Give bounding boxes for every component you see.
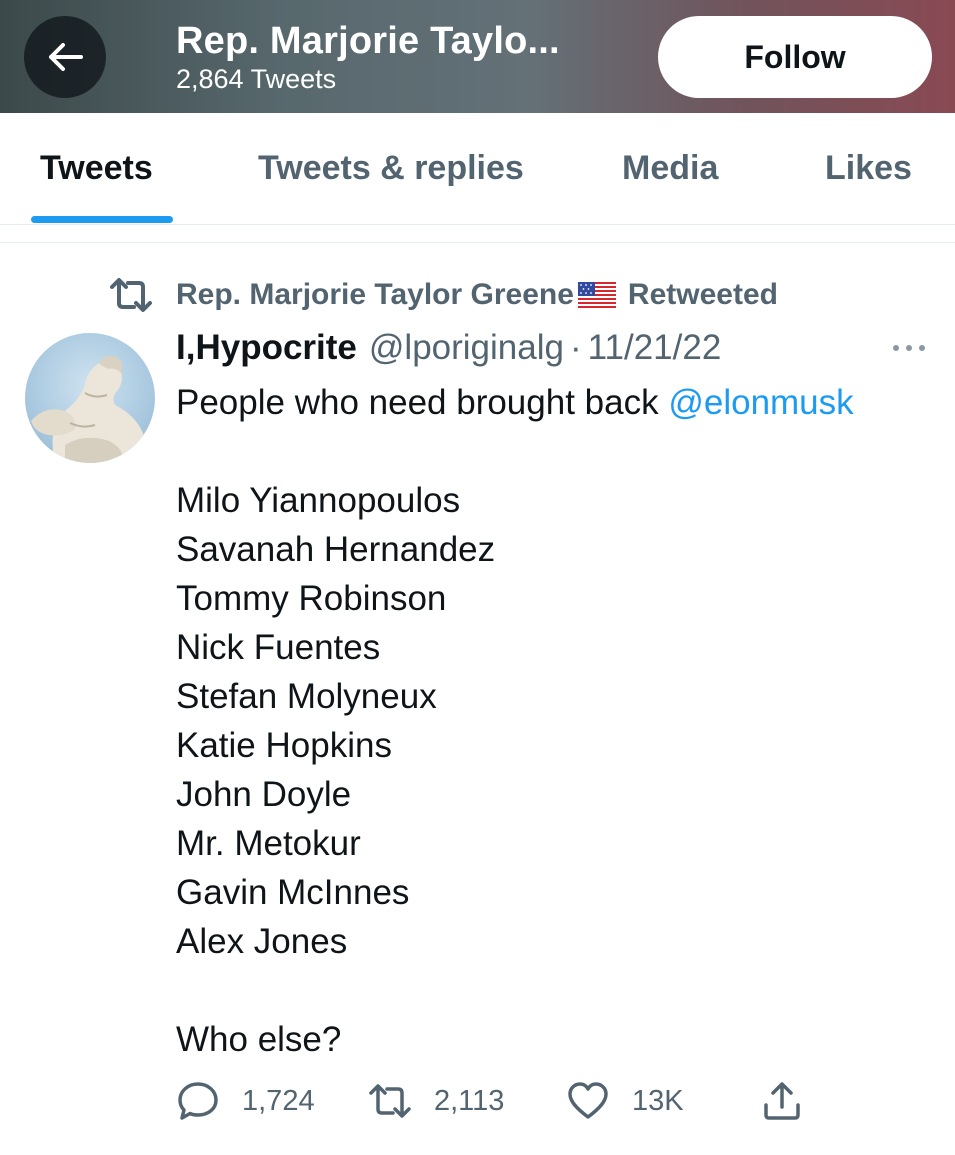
tab-media[interactable]: Media: [622, 149, 718, 188]
reply-button[interactable]: 1,724: [176, 1078, 315, 1124]
retweeted-label: Retweeted: [627, 278, 778, 311]
retweet-banner[interactable]: Rep. Marjorie Taylor Greene Retweeted: [108, 275, 778, 315]
tweet-date[interactable]: 11/21/22: [588, 328, 722, 368]
like-button[interactable]: 13K: [566, 1078, 684, 1124]
tweet-intro-text: People who need brought back: [176, 383, 659, 422]
separator-dot: ·: [569, 328, 582, 367]
retweet-button[interactable]: 2,113: [368, 1078, 504, 1124]
name-list-item: John Doyle: [176, 775, 352, 814]
tab-tweets-and-replies[interactable]: Tweets & replies: [258, 149, 524, 188]
tweet-count: 2,864 Tweets: [176, 64, 337, 94]
like-count: 13K: [632, 1084, 684, 1117]
share-button[interactable]: [760, 1078, 826, 1124]
name-list-item: Katie Hopkins: [176, 726, 392, 765]
name-list-item: Nick Fuentes: [176, 628, 381, 667]
name-list-item: Gavin McInnes: [176, 873, 410, 912]
tweet-header: I,Hypocrite @lporiginalg · 11/21/22: [176, 328, 721, 368]
us-flag-icon: [577, 282, 616, 308]
divider: [0, 242, 955, 243]
profile-header: Rep. Marjorie Taylo... 2,864 Tweets Foll…: [0, 0, 955, 113]
retweet-count: 2,113: [434, 1084, 505, 1117]
profile-tabs: Tweets Tweets & replies Media Likes: [0, 113, 955, 225]
tweet-line: People who need brought back @elonmusk: [176, 378, 854, 427]
profile-title: Rep. Marjorie Taylo...: [176, 20, 560, 62]
more-options-icon[interactable]: [890, 340, 928, 356]
back-button[interactable]: [24, 16, 106, 98]
statue-avatar-image: [31, 355, 146, 463]
active-tab-indicator: [31, 216, 173, 223]
retweet-icon: [110, 278, 152, 312]
tab-tweets[interactable]: Tweets: [40, 149, 153, 188]
tab-likes[interactable]: Likes: [825, 149, 912, 188]
reply-icon: [178, 1082, 218, 1120]
name-list-item: Mr. Metokur: [176, 824, 361, 863]
author-handle[interactable]: @lporiginalg: [369, 328, 564, 368]
heart-icon: [568, 1082, 608, 1119]
retweet-icon: [369, 1084, 411, 1118]
follow-button[interactable]: Follow: [658, 16, 932, 98]
name-list-item: Stefan Molyneux: [176, 677, 437, 716]
name-list-item: Savanah Hernandez: [176, 530, 496, 569]
reply-count: 1,724: [242, 1084, 315, 1117]
share-icon: [764, 1082, 800, 1120]
author-name[interactable]: I,Hypocrite: [176, 328, 357, 368]
name-list-item: Milo Yiannopoulos: [176, 481, 461, 520]
name-list-item: Tommy Robinson: [176, 579, 447, 618]
name-list-item: Alex Jones: [176, 922, 348, 961]
tweet-closing-text: Who else?: [176, 1020, 342, 1059]
retweeter-name: Rep. Marjorie Taylor Greene: [176, 278, 574, 311]
arrow-left-icon: [49, 43, 83, 71]
tweet-text: People who need brought back @elonmusk M…: [176, 378, 854, 1064]
mention-link[interactable]: @elonmusk: [668, 383, 853, 422]
avatar[interactable]: [25, 333, 155, 463]
